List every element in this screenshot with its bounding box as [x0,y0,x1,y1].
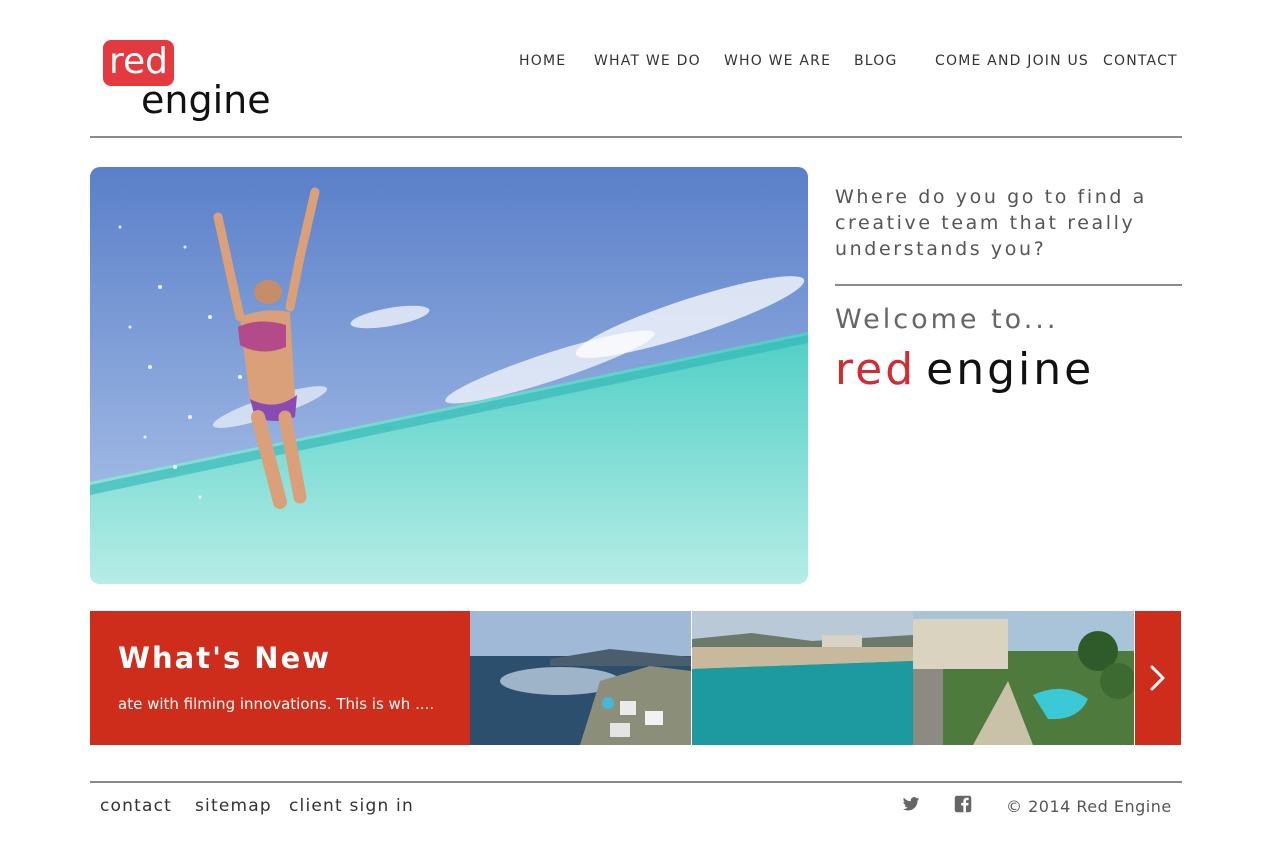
chevron-right-icon [1150,665,1165,691]
news-thumbnail-2[interactable] [692,611,913,745]
nav-contact[interactable]: CONTACT [1103,53,1178,69]
brand-red-text: red [835,344,917,395]
nav-blog[interactable]: BLOG [854,53,898,69]
whats-new-ticker[interactable]: ate with filming innovations. This is wh… [118,695,458,713]
news-next-button[interactable] [1135,611,1181,745]
nav-who-we-are[interactable]: WHO WE ARE [724,53,831,69]
footer-link-client-sign-in[interactable]: client sign in [289,796,414,816]
logo-engine-text: engine [141,78,271,122]
footer-link-contact[interactable]: contact [100,796,172,816]
nav-what-we-do[interactable]: WHAT WE DO [594,53,701,69]
facebook-icon[interactable] [954,795,972,813]
footer-link-sitemap[interactable]: sitemap [195,796,272,816]
main-nav: HOME WHAT WE DO WHO WE ARE BLOG COME AND… [0,53,1280,73]
tagline-divider [835,284,1182,286]
hero-image [90,167,808,584]
nav-home[interactable]: HOME [519,53,566,69]
welcome-heading: Welcome to... [835,304,1059,335]
header-divider [90,136,1182,138]
news-thumbnail-3[interactable] [913,611,1134,745]
whats-new-panel[interactable]: What's New ate with filming innovations.… [90,611,470,745]
hero-tagline: Where do you go to find a creative team … [835,186,1147,260]
nav-come-and-join-us[interactable]: COME AND JOIN US [935,53,1089,69]
brand-heading: red engine [835,344,1094,395]
news-thumbnail-1[interactable] [470,611,691,745]
twitter-icon[interactable] [902,795,920,813]
footer-divider [90,781,1182,783]
copyright-text: © 2014 Red Engine [1006,797,1172,816]
whats-new-title: What's New [118,641,332,675]
brand-black-text: engine [926,344,1095,395]
